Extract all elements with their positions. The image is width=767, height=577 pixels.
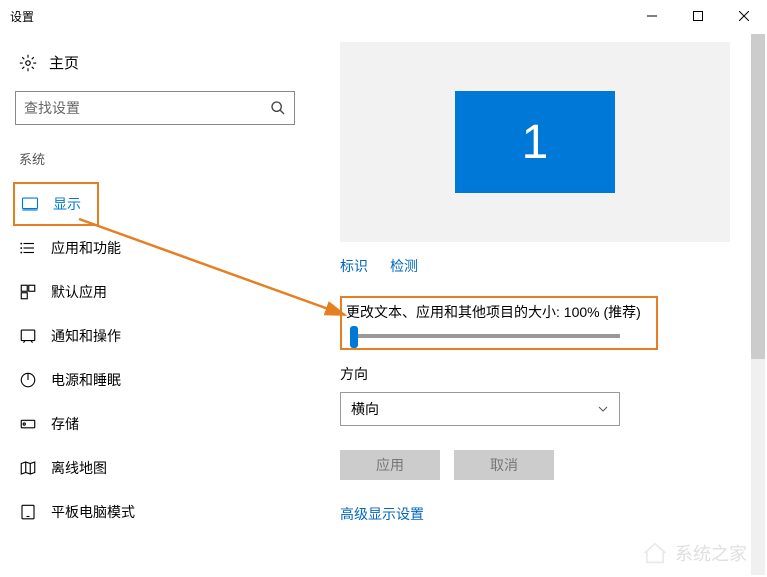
storage-icon <box>19 415 37 433</box>
nav-label: 显示 <box>53 194 81 214</box>
nav-label: 应用和功能 <box>51 238 121 258</box>
nav-tablet[interactable]: 平板电脑模式 <box>15 490 295 534</box>
scale-slider[interactable] <box>350 334 620 338</box>
orientation-select[interactable]: 横向 <box>340 392 620 426</box>
orientation-value: 横向 <box>351 399 379 419</box>
nav-label: 存储 <box>51 414 79 434</box>
nav-offline-maps[interactable]: 离线地图 <box>15 446 295 490</box>
nav-notifications[interactable]: 通知和操作 <box>15 314 295 358</box>
scale-label: 更改文本、应用和其他项目的大小: 100% (推荐) <box>346 302 648 322</box>
minimize-button[interactable] <box>629 0 675 32</box>
orientation-label: 方向 <box>340 364 737 384</box>
search-input[interactable] <box>24 100 270 116</box>
nav-label: 平板电脑模式 <box>51 502 135 522</box>
nav-label: 通知和操作 <box>51 326 121 346</box>
main-panel: 1 标识 检测 更改文本、应用和其他项目的大小: 100% (推荐) 方向 横向… <box>310 32 767 577</box>
search-icon <box>270 100 286 116</box>
identify-link[interactable]: 标识 <box>340 256 368 276</box>
map-icon <box>19 459 37 477</box>
maximize-button[interactable] <box>675 0 721 32</box>
tablet-icon <box>19 503 37 521</box>
default-apps-icon <box>19 283 37 301</box>
power-icon <box>19 371 37 389</box>
home-button[interactable]: 主页 <box>15 52 295 73</box>
search-box[interactable] <box>15 91 295 125</box>
detect-link[interactable]: 检测 <box>390 256 418 276</box>
list-icon <box>19 239 37 257</box>
cancel-button[interactable]: 取消 <box>454 450 554 480</box>
scale-section: 更改文本、应用和其他项目的大小: 100% (推荐) <box>340 296 658 350</box>
chevron-down-icon <box>597 403 609 415</box>
category-label: 系统 <box>15 149 295 168</box>
nav-apps[interactable]: 应用和功能 <box>15 226 295 270</box>
nav-label: 离线地图 <box>51 458 107 478</box>
window-title: 设置 <box>10 8 34 25</box>
close-button[interactable] <box>721 0 767 32</box>
slider-thumb[interactable] <box>350 326 358 348</box>
nav-default-apps[interactable]: 默认应用 <box>15 270 295 314</box>
sidebar: 主页 系统 显示 应用和功能 默认应用 通知和操作 电源和睡眠 <box>0 32 310 577</box>
advanced-display-link[interactable]: 高级显示设置 <box>340 504 737 524</box>
display-icon <box>21 195 39 213</box>
nav-power[interactable]: 电源和睡眠 <box>15 358 295 402</box>
nav-storage[interactable]: 存储 <box>15 402 295 446</box>
notifications-icon <box>19 327 37 345</box>
titlebar: 设置 <box>0 0 767 32</box>
monitor-preview: 1 <box>340 42 730 242</box>
home-label: 主页 <box>49 52 79 73</box>
nav-label: 默认应用 <box>51 282 107 302</box>
nav-label: 电源和睡眠 <box>51 370 121 390</box>
gear-icon <box>19 54 37 72</box>
scrollbar-thumb[interactable] <box>751 34 765 359</box>
nav-display[interactable]: 显示 <box>13 182 99 226</box>
apply-button[interactable]: 应用 <box>340 450 440 480</box>
scrollbar[interactable] <box>751 34 765 575</box>
monitor-1[interactable]: 1 <box>455 91 615 193</box>
